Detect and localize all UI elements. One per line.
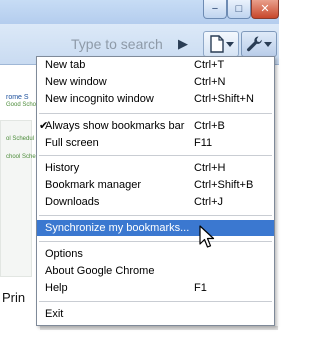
menu-item-shortcut: Ctrl+Shift+B [194, 179, 254, 191]
menu-separator [39, 113, 272, 114]
menu-item-shortcut: Ctrl+N [194, 76, 226, 88]
menu-item-label: New incognito window [45, 93, 154, 105]
menu-item-new-incognito-window[interactable]: New incognito window Ctrl+Shift+N [37, 91, 274, 107]
maximize-button[interactable]: □ [227, 0, 251, 19]
menu-item-bookmark-manager[interactable]: Bookmark manager Ctrl+Shift+B [37, 177, 274, 193]
menu-shadow [40, 326, 278, 330]
thumbnail-text: rome S [6, 94, 29, 101]
menu-separator [39, 301, 272, 302]
menu-item-label: Bookmark manager [45, 179, 141, 191]
wrench-icon [247, 36, 262, 52]
thumbnail-text: ol Schedul [6, 136, 35, 142]
menu-item-shortcut: F1 [194, 282, 207, 294]
menu-item-options[interactable]: Options [37, 246, 274, 262]
thumbnail-text: Good Scho [6, 102, 37, 108]
menu-item-label: History [45, 162, 80, 174]
menu-item-label: New tab [45, 59, 86, 71]
menu-item-help[interactable]: Help F1 [37, 280, 274, 296]
menu-item-always-show-bookmarks-bar[interactable]: ✔ Always show bookmarks bar Ctrl+B [37, 118, 274, 134]
menu-separator [39, 155, 272, 156]
minimize-button[interactable]: − [203, 0, 227, 19]
menu-item-downloads[interactable]: Downloads Ctrl+J [37, 194, 274, 210]
checkmark-icon: ✔ [39, 120, 49, 132]
title-bar: − □ ✕ [0, 0, 279, 24]
menu-item-label: Exit [45, 308, 64, 320]
menu-item-label: Always show bookmarks bar [45, 120, 185, 132]
menu-item-history[interactable]: History Ctrl+H [37, 160, 274, 176]
menu-separator [39, 241, 272, 242]
menu-item-full-screen[interactable]: Full screen F11 [37, 135, 274, 151]
chevron-down-icon [226, 42, 234, 47]
menu-item-label: Full screen [45, 137, 99, 149]
close-button[interactable]: ✕ [251, 0, 279, 19]
menu-item-new-window[interactable]: New window Ctrl+N [37, 74, 274, 90]
menu-item-shortcut: Ctrl+Shift+N [194, 93, 254, 105]
play-button[interactable]: ▶ [172, 33, 194, 55]
menu-item-shortcut: Ctrl+H [194, 162, 226, 174]
page-thumbnail-strip [0, 120, 32, 277]
close-icon: ✕ [260, 3, 270, 15]
play-icon: ▶ [178, 36, 188, 51]
menu-item-label: Options [45, 248, 83, 260]
wrench-dropdown-menu: New tab Ctrl+T New window Ctrl+N New inc… [36, 56, 275, 326]
minimize-icon: − [211, 3, 219, 15]
menu-item-label: About Google Chrome [45, 265, 155, 277]
wrench-menu-button[interactable] [241, 31, 277, 57]
menu-item-shortcut: Ctrl+B [194, 120, 225, 132]
menu-item-shortcut: F11 [194, 137, 213, 149]
menu-separator [39, 215, 272, 216]
menu-item-shortcut: Ctrl+J [194, 196, 224, 208]
page-icon [210, 35, 224, 53]
menu-item-label: Downloads [45, 196, 100, 208]
search-input[interactable]: Type to search [71, 32, 171, 56]
page-text: Prin [2, 290, 26, 305]
menu-item-exit[interactable]: Exit [37, 306, 274, 322]
thumbnail-text: chool Sche [6, 154, 36, 160]
menu-item-label: New window [45, 76, 107, 88]
mouse-cursor-icon [199, 225, 215, 248]
menu-item-shortcut: Ctrl+T [194, 59, 225, 71]
menu-item-new-tab[interactable]: New tab Ctrl+T [37, 57, 274, 73]
menu-item-about-google-chrome[interactable]: About Google Chrome [37, 263, 274, 279]
maximize-icon: □ [235, 3, 243, 15]
page-menu-button[interactable] [203, 31, 239, 57]
menu-item-synchronize-bookmarks[interactable]: Synchronize my bookmarks... [37, 220, 274, 236]
menu-item-label: Synchronize my bookmarks... [45, 222, 190, 234]
menu-item-label: Help [45, 282, 68, 294]
chevron-down-icon [264, 42, 272, 47]
